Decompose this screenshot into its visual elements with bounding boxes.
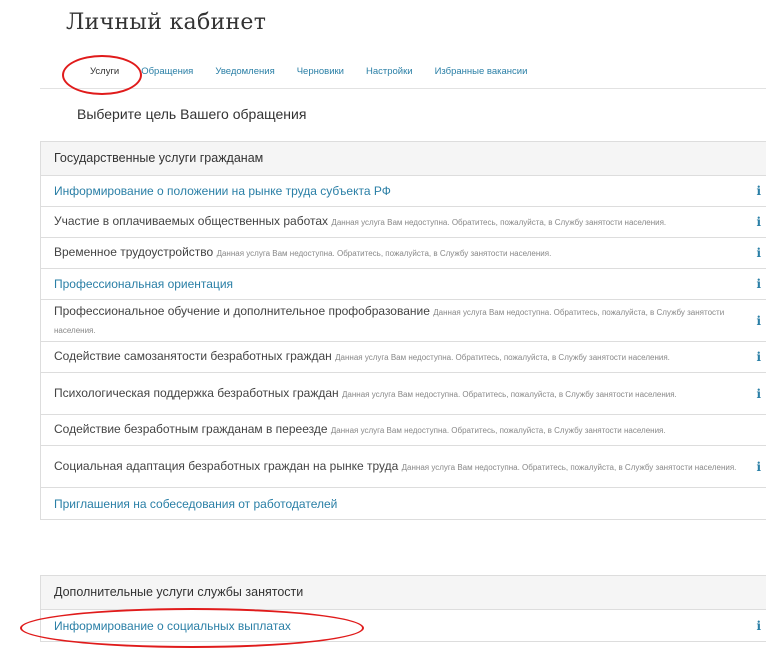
page-subtitle: Выберите цель Вашего обращения xyxy=(77,106,307,122)
unavailable-note: Данная услуга Вам недоступна. Обратитесь… xyxy=(401,462,737,472)
tab-bar: Услуги Обращения Уведомления Черновики Н… xyxy=(90,66,549,80)
service-row: Профессиональное обучение и дополнительн… xyxy=(41,300,766,342)
service-row: Профессиональная ориентация i xyxy=(41,269,766,300)
service-label: Психологическая поддержка безработных гр… xyxy=(54,385,339,400)
service-link[interactable]: Информирование о социальных выплатах xyxy=(54,619,291,633)
service-label: Содействие самозанятости безработных гра… xyxy=(54,349,332,363)
info-icon[interactable]: i xyxy=(756,246,761,260)
service-row: Информирование о социальных выплатах i xyxy=(41,610,766,641)
service-label: Социальная адаптация безработных граждан… xyxy=(54,458,399,473)
extra-services-heading: Дополнительные услуги службы занятости xyxy=(41,576,766,610)
gov-services-heading: Государственные услуги гражданам xyxy=(41,142,766,176)
service-row: Содействие самозанятости безработных гра… xyxy=(41,342,766,373)
tab-divider xyxy=(40,88,766,89)
service-label: Участие в оплачиваемых общественных рабо… xyxy=(54,214,329,228)
service-label: Временное трудоустройство xyxy=(54,245,214,259)
unavailable-note: Данная услуга Вам недоступна. Обратитесь… xyxy=(335,353,670,362)
tab-drafts[interactable]: Черновики xyxy=(297,66,344,80)
service-link[interactable]: Профессиональная ориентация xyxy=(54,277,233,291)
extra-services-panel: Дополнительные услуги службы занятости И… xyxy=(40,575,766,642)
info-icon[interactable]: i xyxy=(756,184,761,198)
service-row: Приглашения на собеседования от работода… xyxy=(41,488,766,519)
info-icon[interactable]: i xyxy=(756,314,761,328)
gov-services-panel: Государственные услуги гражданам Информи… xyxy=(40,141,766,520)
unavailable-note: Данная услуга Вам недоступна. Обратитесь… xyxy=(331,218,667,227)
unavailable-note: Данная услуга Вам недоступна. Обратитесь… xyxy=(216,249,552,258)
info-icon[interactable]: i xyxy=(756,387,761,401)
service-row: Информирование о положении на рынке труд… xyxy=(41,176,766,207)
service-link[interactable]: Приглашения на собеседования от работода… xyxy=(54,497,337,511)
info-icon[interactable]: i xyxy=(756,215,761,229)
info-icon[interactable]: i xyxy=(756,619,761,633)
info-icon[interactable]: i xyxy=(756,277,761,291)
tab-settings[interactable]: Настройки xyxy=(366,66,413,80)
service-row: Содействие безработным гражданам в перее… xyxy=(41,415,766,446)
service-row: Социальная адаптация безработных граждан… xyxy=(41,446,766,488)
page-title: Личный кабинет xyxy=(66,10,267,35)
unavailable-note: Данная услуга Вам недоступна. Обратитесь… xyxy=(330,426,666,435)
service-label: Профессиональное обучение и дополнительн… xyxy=(54,303,430,318)
service-link[interactable]: Информирование о положении на рынке труд… xyxy=(54,184,391,198)
tab-favorite-vacancies[interactable]: Избранные вакансии xyxy=(435,66,528,80)
tab-notifications[interactable]: Уведомления xyxy=(215,66,274,80)
service-row: Временное трудоустройство Данная услуга … xyxy=(41,238,766,269)
info-icon[interactable]: i xyxy=(756,350,761,364)
unavailable-note: Данная услуга Вам недоступна. Обратитесь… xyxy=(342,389,677,399)
tab-requests[interactable]: Обращения xyxy=(141,66,193,80)
service-label: Содействие безработным гражданам в перее… xyxy=(54,422,328,436)
service-row: Психологическая поддержка безработных гр… xyxy=(41,373,766,415)
tab-services[interactable]: Услуги xyxy=(90,66,119,80)
info-icon[interactable]: i xyxy=(756,460,761,474)
service-row: Участие в оплачиваемых общественных рабо… xyxy=(41,207,766,238)
